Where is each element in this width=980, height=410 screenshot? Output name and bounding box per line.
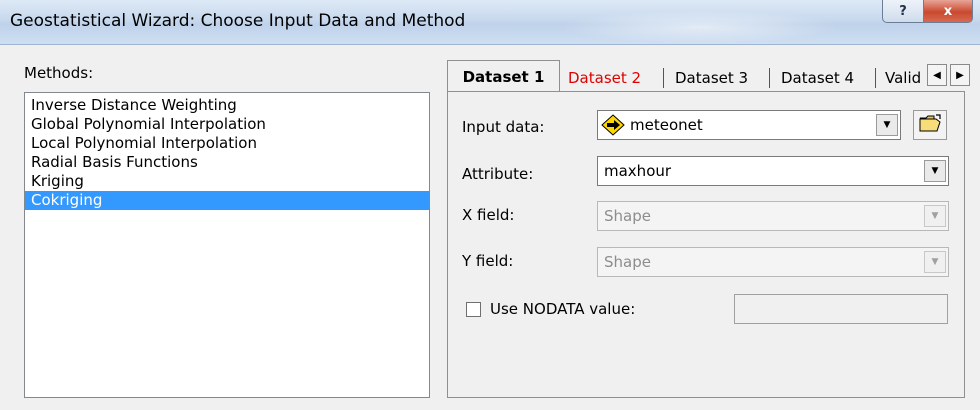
methods-list[interactable]: Inverse Distance Weighting Global Polyno… (24, 92, 430, 398)
x-field-value: Shape (604, 207, 651, 225)
help-button[interactable]: ? (882, 0, 924, 23)
tab-dataset-2[interactable]: Dataset 2 (568, 64, 641, 92)
input-data-value: meteonet (630, 116, 703, 134)
x-field-label: X field: (462, 206, 515, 224)
tab-validation[interactable]: Valid (885, 64, 925, 92)
title-bar: Geostatistical Wizard: Choose Input Data… (0, 0, 980, 45)
input-data-label: Input data: (462, 118, 545, 136)
method-item-kriging[interactable]: Kriging (25, 172, 429, 191)
window-title: Geostatistical Wizard: Choose Input Data… (10, 11, 466, 31)
attribute-value: maxhour (604, 162, 672, 180)
tab-scroll-left-button[interactable]: ◀ (927, 64, 947, 86)
attribute-combo[interactable]: maxhour ▼ (597, 156, 949, 186)
close-button[interactable]: x (923, 0, 973, 23)
close-icon: x (943, 3, 953, 19)
open-folder-icon (918, 113, 942, 137)
method-item-global-polynomial[interactable]: Global Polynomial Interpolation (25, 115, 429, 134)
method-item-local-polynomial[interactable]: Local Polynomial Interpolation (25, 134, 429, 153)
chevron-down-icon: ▼ (924, 205, 946, 227)
method-item-cokriging[interactable]: Cokriging (25, 191, 429, 210)
method-item-idw[interactable]: Inverse Distance Weighting (25, 96, 429, 115)
y-field-combo: Shape ▼ (597, 247, 949, 277)
chevron-down-icon[interactable]: ▼ (924, 160, 946, 182)
tab-separator (663, 68, 664, 88)
chevron-down-icon[interactable]: ▼ (876, 114, 898, 136)
tab-dataset-3[interactable]: Dataset 3 (675, 64, 748, 92)
x-field-combo: Shape ▼ (597, 201, 949, 231)
nodata-checkbox[interactable] (466, 302, 481, 317)
methods-label: Methods: (24, 64, 94, 82)
title-glow (560, 10, 840, 44)
y-field-label: Y field: (462, 252, 514, 270)
tab-separator (875, 68, 876, 88)
tab-dataset-1[interactable]: Dataset 1 (447, 60, 560, 93)
dataset-icon (601, 114, 625, 140)
arrow-left-icon: ◀ (933, 69, 941, 81)
tab-scroll-right-button[interactable]: ▶ (950, 64, 970, 86)
attribute-label: Attribute: (462, 165, 534, 183)
tab-dataset-4[interactable]: Dataset 4 (781, 64, 854, 92)
y-field-value: Shape (604, 253, 651, 271)
method-item-radial-basis[interactable]: Radial Basis Functions (25, 153, 429, 172)
input-data-combo[interactable]: meteonet ▼ (597, 110, 901, 140)
chevron-down-icon: ▼ (924, 251, 946, 273)
nodata-value-input (734, 294, 948, 324)
dataset-panel: Input data: meteonet ▼ Attribute: maxhou… (447, 91, 965, 398)
tab-separator (769, 68, 770, 88)
dataset-tabstrip: Dataset 1 Dataset 2 Dataset 3 Dataset 4 … (447, 58, 979, 93)
help-icon: ? (899, 3, 907, 19)
arrow-right-icon: ▶ (956, 69, 964, 81)
nodata-label: Use NODATA value: (490, 300, 636, 318)
browse-button[interactable] (913, 110, 947, 140)
